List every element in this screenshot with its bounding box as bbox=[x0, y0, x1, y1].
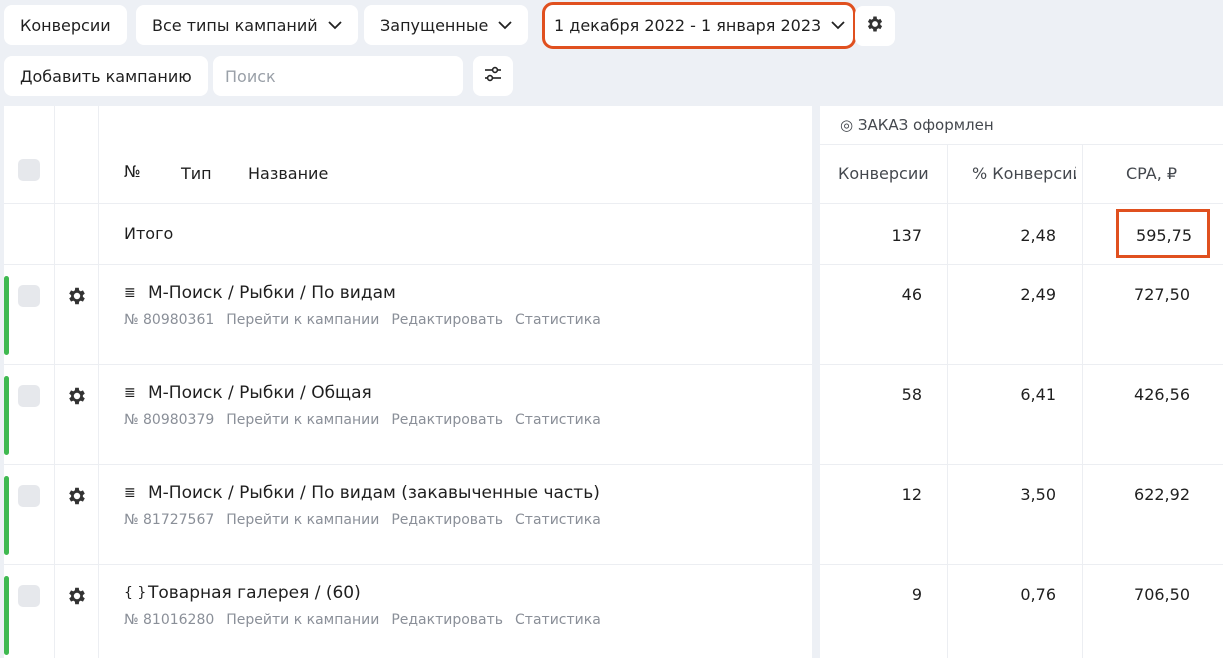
campaign-name: М-Поиск / Рыбки / По видам bbox=[148, 283, 396, 303]
campaign-title[interactable]: ≣ М-Поиск / Рыбки / По видам (закавыченн… bbox=[124, 483, 600, 503]
date-range-label: 1 декабря 2022 - 1 января 2023 bbox=[554, 16, 822, 35]
row-cpa: 426,56 bbox=[1134, 385, 1190, 404]
row-checkbox[interactable] bbox=[18, 385, 40, 407]
row-conversion-rate: 6,41 bbox=[1020, 385, 1056, 404]
row-conversion-rate: 2,49 bbox=[1020, 285, 1056, 304]
column-number-header[interactable]: № bbox=[124, 162, 141, 181]
filter-settings-button[interactable] bbox=[473, 56, 513, 96]
campaign-types-dropdown[interactable]: Все типы кампаний bbox=[136, 5, 358, 45]
active-status-bar bbox=[4, 276, 9, 355]
campaign-name: М-Поиск / Рыбки / Общая bbox=[148, 383, 372, 403]
sliders-icon bbox=[484, 66, 502, 86]
gear-icon[interactable] bbox=[66, 485, 88, 507]
total-cpa: 595,75 bbox=[1136, 226, 1192, 245]
chevron-down-icon bbox=[328, 20, 342, 30]
campaign-meta: № 81727567 Перейти к кампании Редактироват… bbox=[124, 512, 613, 528]
campaigns-table-left: № Тип Название Итого ≣ М-Поиск / Рыбки /… bbox=[4, 106, 812, 658]
conversions-filter-button[interactable]: Конверсии bbox=[4, 5, 127, 45]
date-range-dropdown[interactable]: 1 декабря 2022 - 1 января 2023 bbox=[541, 2, 857, 49]
row-conversion-rate: 3,50 bbox=[1020, 485, 1056, 504]
status-dropdown[interactable]: Запущенные bbox=[364, 5, 529, 45]
campaign-name: Товарная галерея / (60) bbox=[148, 583, 361, 603]
campaign-title[interactable]: { } Товарная галерея / (60) bbox=[124, 583, 361, 603]
active-status-bar bbox=[4, 576, 9, 655]
search-input[interactable] bbox=[213, 56, 463, 96]
campaign-name: М-Поиск / Рыбки / По видам (закавыченные… bbox=[148, 483, 600, 503]
total-label: Итого bbox=[124, 224, 174, 243]
gear-icon bbox=[865, 14, 885, 38]
row-conversions: 46 bbox=[901, 285, 922, 304]
add-campaign-label: Добавить кампанию bbox=[20, 66, 192, 86]
column-cpa-header[interactable]: CPA, ₽ bbox=[1126, 164, 1177, 183]
conversions-filter-label: Конверсии bbox=[20, 15, 111, 35]
go-to-campaign-link[interactable]: Перейти к кампании bbox=[226, 412, 379, 428]
row-cpa: 727,50 bbox=[1134, 285, 1190, 304]
row-conversion-rate: 0,76 bbox=[1020, 585, 1056, 604]
gear-icon[interactable] bbox=[66, 385, 88, 407]
campaign-title[interactable]: ≣ М-Поиск / Рыбки / Общая bbox=[124, 383, 372, 403]
active-status-bar bbox=[4, 476, 9, 555]
text-ad-icon: ≣ bbox=[124, 385, 136, 401]
column-conversion-rate-header[interactable]: % Конверсий bbox=[972, 164, 1076, 183]
campaign-meta: № 80980361 Перейти к кампании Редактироват… bbox=[124, 312, 613, 328]
gear-icon[interactable] bbox=[66, 585, 88, 607]
statistics-link[interactable]: Статистика bbox=[515, 312, 601, 328]
chevron-down-icon bbox=[498, 20, 512, 30]
campaign-id: № 80980361 bbox=[124, 312, 215, 328]
row-conversions: 9 bbox=[911, 585, 922, 604]
statistics-link[interactable]: Статистика bbox=[515, 412, 601, 428]
edit-link[interactable]: Редактировать bbox=[391, 312, 503, 328]
edit-link[interactable]: Редактировать bbox=[391, 412, 503, 428]
go-to-campaign-link[interactable]: Перейти к кампании bbox=[226, 612, 379, 628]
total-conversions: 137 bbox=[891, 226, 922, 245]
campaign-meta: № 80980379 Перейти к кампании Редактироват… bbox=[124, 412, 613, 428]
row-conversions: 58 bbox=[901, 385, 922, 404]
statistics-link[interactable]: Статистика bbox=[515, 512, 601, 528]
campaign-id: № 80980379 bbox=[124, 412, 215, 428]
campaign-id: № 81016280 bbox=[124, 612, 215, 628]
campaigns-table-metrics: ◎ ЗАКАЗ оформлен Конверсии % Конверсий C… bbox=[820, 106, 1223, 658]
row-checkbox[interactable] bbox=[18, 485, 40, 507]
add-campaign-button[interactable]: Добавить кампанию bbox=[4, 56, 208, 96]
row-cpa: 622,92 bbox=[1134, 485, 1190, 504]
product-gallery-icon: { } bbox=[124, 585, 147, 601]
statistics-link[interactable]: Статистика bbox=[515, 612, 601, 628]
text-ad-icon: ≣ bbox=[124, 285, 136, 301]
campaign-id: № 81727567 bbox=[124, 512, 215, 528]
total-conversion-rate: 2,48 bbox=[1020, 226, 1056, 245]
campaign-types-label: Все типы кампаний bbox=[152, 15, 318, 35]
row-conversions: 12 bbox=[901, 485, 922, 504]
text-ad-icon: ≣ bbox=[124, 485, 136, 501]
active-status-bar bbox=[4, 376, 9, 455]
campaign-title[interactable]: ≣ М-Поиск / Рыбки / По видам bbox=[124, 283, 396, 303]
campaign-meta: № 81016280 Перейти к кампании Редактироват… bbox=[124, 612, 613, 628]
go-to-campaign-link[interactable]: Перейти к кампании bbox=[226, 312, 379, 328]
chevron-down-icon bbox=[831, 21, 845, 30]
edit-link[interactable]: Редактировать bbox=[391, 512, 503, 528]
edit-link[interactable]: Редактировать bbox=[391, 612, 503, 628]
status-label: Запущенные bbox=[380, 15, 489, 35]
select-all-checkbox[interactable] bbox=[18, 159, 40, 181]
column-type-header[interactable]: Тип bbox=[181, 164, 212, 183]
column-conversions-header[interactable]: Конверсии bbox=[838, 164, 929, 183]
settings-button[interactable] bbox=[855, 6, 895, 46]
row-checkbox[interactable] bbox=[18, 285, 40, 307]
goal-header: ◎ ЗАКАЗ оформлен bbox=[840, 116, 994, 134]
gear-icon[interactable] bbox=[66, 285, 88, 307]
go-to-campaign-link[interactable]: Перейти к кампании bbox=[226, 512, 379, 528]
row-checkbox[interactable] bbox=[18, 585, 40, 607]
column-name-header[interactable]: Название bbox=[248, 164, 328, 183]
row-cpa: 706,50 bbox=[1134, 585, 1190, 604]
